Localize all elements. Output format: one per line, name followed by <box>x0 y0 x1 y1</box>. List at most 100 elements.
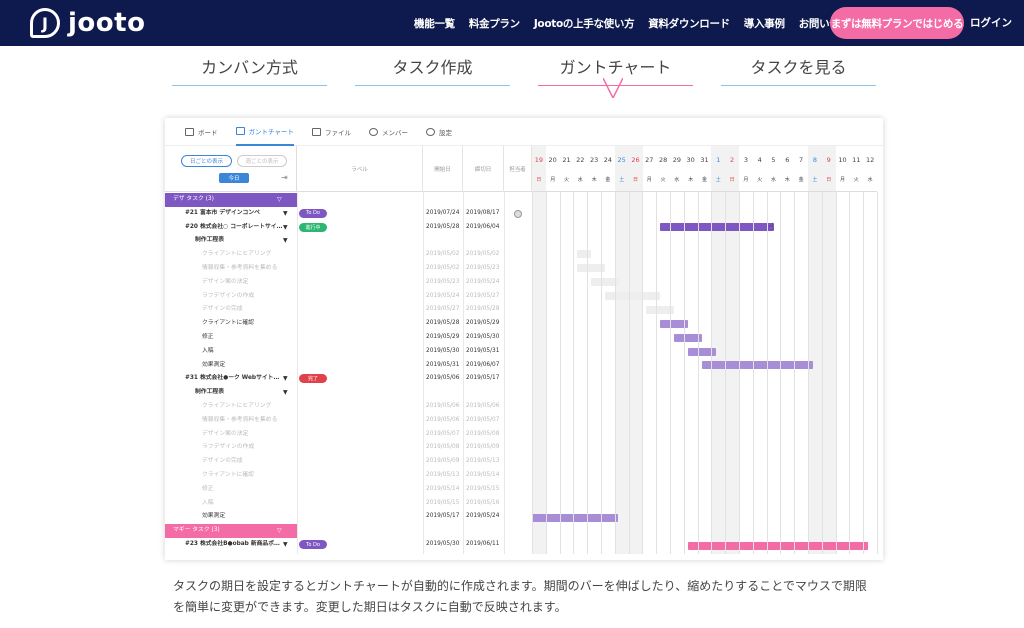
weekday-label: 木 <box>591 177 597 183</box>
day-gridline <box>697 192 699 554</box>
task-group-header[interactable]: マギー タスク (3) ▽ <box>165 524 297 538</box>
task-row[interactable]: 情報収集・参考資料を集める 2019/05/02 2019/05/23 <box>165 262 877 276</box>
task-row[interactable]: 修正 2019/05/29 2019/05/30 <box>165 331 877 345</box>
task-row[interactable]: ラフデザインの作成 2019/05/08 2019/05/09 <box>165 441 877 455</box>
task-name: 制作工程表 <box>195 389 224 396</box>
today-button[interactable]: 今日 <box>219 173 249 183</box>
end-date: 2019/05/29 <box>466 320 500 327</box>
gantt-bar[interactable] <box>577 250 591 258</box>
gantt-bar[interactable] <box>688 542 868 550</box>
task-row[interactable]: デザインの完成 2019/05/27 2019/05/28 <box>165 303 877 317</box>
task-name: クライアントに確認 <box>202 320 254 327</box>
day-view-button[interactable]: 日ごとの表示 <box>181 155 232 167</box>
column-divider <box>423 192 424 554</box>
status-badge: To Do <box>299 540 327 549</box>
end-date: 2019/05/13 <box>466 458 500 465</box>
chevron-down-icon[interactable]: ▼ <box>283 386 288 400</box>
task-row[interactable]: 制作工程表 ▼ <box>165 386 877 400</box>
login-link[interactable]: ログイン <box>970 15 1012 30</box>
task-row[interactable]: #21 富本市 デザインコンペ ▼ To Do 2019/07/24 2019/08/1… <box>165 207 877 221</box>
tab-task-view[interactable]: タスクを見る <box>721 54 876 86</box>
free-plan-button[interactable]: まずは無料プランではじめる <box>830 7 964 39</box>
task-name: #20 株式会社○ コーポレートサイ… <box>185 223 283 230</box>
nav-howto[interactable]: Jootoの上手な使い方 <box>534 16 635 31</box>
gantt-bar[interactable] <box>702 361 813 369</box>
day-gridline <box>711 192 713 554</box>
task-row[interactable]: 情報収集・参考資料を集める 2019/05/06 2019/05/07 <box>165 414 877 428</box>
app-tab-settings[interactable]: 設定 <box>425 118 452 146</box>
weekday-label: 金 <box>605 177 611 183</box>
gantt-icon <box>235 126 245 135</box>
logo-text: jooto <box>68 8 146 38</box>
task-name: クライアントにヒアリング <box>202 251 272 258</box>
collapse-icon[interactable]: ⇥ <box>281 173 288 182</box>
day-number: 3 <box>743 156 748 164</box>
nav-download[interactable]: 資料ダウンロード <box>648 16 730 31</box>
gantt-bar[interactable] <box>660 223 774 231</box>
column-divider <box>463 192 464 554</box>
task-row[interactable]: 入稿 2019/05/15 2019/05/16 <box>165 497 877 511</box>
task-row[interactable]: 制作工程表 ▼ <box>165 234 877 248</box>
start-date: 2019/05/02 <box>426 265 460 271</box>
week-view-button[interactable]: 週ごとの表示 <box>237 155 287 167</box>
weekday-label: 水 <box>770 177 776 183</box>
weekday-label: 月 <box>646 177 652 183</box>
task-name: #21 富本市 デザインコンペ <box>185 209 260 216</box>
day-gridline <box>863 192 865 554</box>
end-date: 2019/06/07 <box>466 361 500 368</box>
task-row[interactable]: 効果測定 2019/05/17 2019/05/24 <box>165 510 877 524</box>
weekday-label: 日 <box>826 177 832 183</box>
task-row[interactable]: 修正 2019/05/14 2019/05/15 <box>165 483 877 497</box>
task-row[interactable]: 入稿 2019/05/30 2019/05/31 <box>165 345 877 359</box>
task-row[interactable]: #31 株式会社●ーク Webサイト… ▼ 完了 2019/05/06 2019/05/… <box>165 372 877 386</box>
app-tab-board[interactable]: ボード <box>185 118 218 146</box>
task-row[interactable]: クライアントにヒアリング 2019/05/02 2019/05/02 <box>165 248 877 262</box>
chevron-down-icon[interactable]: ▼ <box>283 234 288 248</box>
board-icon <box>185 127 194 136</box>
chevron-down-icon[interactable]: ▼ <box>283 372 288 386</box>
task-name: 入稿 <box>202 347 214 354</box>
weekday-label: 土 <box>619 177 625 183</box>
top-navigation: J jooto 機能一覧 料金プラン Jootoの上手な使い方 資料ダウンロード… <box>0 0 1024 46</box>
app-tab-gantt[interactable]: ガントチャート <box>235 118 294 146</box>
day-number: 30 <box>686 156 695 164</box>
chevron-down-icon[interactable]: ▼ <box>283 207 288 221</box>
nav-features[interactable]: 機能一覧 <box>414 16 455 31</box>
day-gridline <box>849 192 851 554</box>
day-gridline <box>573 192 575 554</box>
feature-description: タスクの期日を設定するとガントチャートが自動的に作成されます。期間のバーを伸ばし… <box>173 579 867 614</box>
task-row[interactable]: クライアントに確認 2019/05/28 2019/05/29 <box>165 317 877 331</box>
task-row[interactable]: クライアントにヒアリング 2019/05/06 2019/05/06 <box>165 400 877 414</box>
gantt-bar[interactable] <box>605 292 660 300</box>
main-nav: 機能一覧 料金プラン Jootoの上手な使い方 資料ダウンロード 導入事例 お問… <box>414 0 874 46</box>
chevron-down-icon[interactable]: ▽ <box>277 524 282 538</box>
nav-pricing[interactable]: 料金プラン <box>469 16 520 31</box>
day-gridline <box>683 192 685 554</box>
day-number: 10 <box>838 156 847 164</box>
tab-kanban[interactable]: カンバン方式 <box>172 54 327 86</box>
jooto-logo[interactable]: J jooto <box>30 8 145 38</box>
nav-cases[interactable]: 導入事例 <box>744 16 785 31</box>
day-number: 19 <box>534 156 544 164</box>
chevron-down-icon[interactable]: ▽ <box>277 193 282 207</box>
task-name: ラフデザインの作成 <box>202 292 255 299</box>
app-tab-members-label: メンバー <box>381 128 408 137</box>
chevron-down-icon[interactable]: ▼ <box>283 538 288 552</box>
task-row[interactable]: デザイン案の決定 2019/05/23 2019/05/24 <box>165 276 877 290</box>
task-row[interactable]: デザインの完成 2019/05/09 2019/05/13 <box>165 455 877 469</box>
task-group-header[interactable]: デザ タスク (3) ▽ <box>165 193 297 207</box>
task-row[interactable]: ラフデザインの作成 2019/05/24 2019/05/27 <box>165 290 877 304</box>
day-gridline <box>601 192 602 554</box>
end-date: 2019/05/09 <box>466 444 500 451</box>
chevron-down-icon[interactable]: ▼ <box>283 221 288 235</box>
start-date: 2019/05/06 <box>426 416 460 423</box>
task-name: クライアントに確認 <box>202 472 254 478</box>
day-gridline <box>835 192 837 554</box>
column-start: 開始日 <box>423 146 463 192</box>
task-row[interactable]: クライアントに確認 2019/05/13 2019/05/14 <box>165 469 877 483</box>
task-row[interactable]: デザイン案の決定 2019/05/07 2019/05/08 <box>165 428 877 442</box>
app-tab-files[interactable]: ファイル <box>311 118 351 146</box>
avatar <box>514 209 522 218</box>
app-tab-members[interactable]: メンバー <box>368 118 408 146</box>
tab-task-create[interactable]: タスク作成 <box>355 54 510 86</box>
